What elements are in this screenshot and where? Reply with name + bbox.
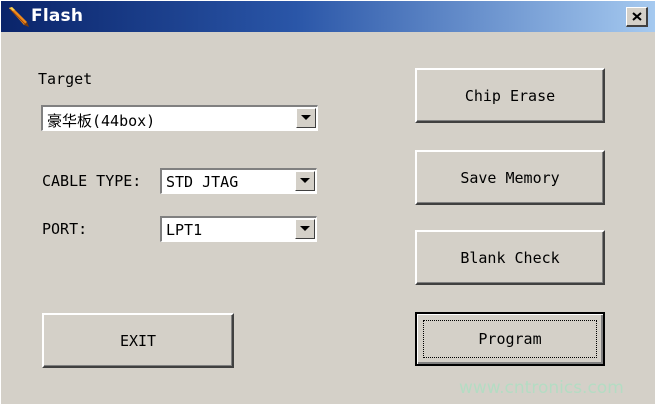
flash-app-icon (7, 6, 31, 28)
title-bar[interactable]: Flash (1, 1, 655, 32)
blank-check-button-label: Blank Check (460, 248, 560, 267)
program-button-label: Program (478, 330, 542, 348)
cable-type-label: CABLE TYPE: (42, 172, 142, 190)
save-memory-button-label: Save Memory (460, 168, 560, 187)
chip-erase-button-label: Chip Erase (464, 86, 556, 105)
port-select[interactable]: LPT1 (160, 216, 317, 242)
window-title: Flash (31, 6, 84, 26)
program-button[interactable]: Program (415, 312, 605, 366)
target-dropdown-button[interactable] (296, 108, 316, 128)
watermark: www.cntronics.com (459, 378, 624, 398)
chip-erase-button[interactable]: Chip Erase (415, 68, 605, 123)
save-memory-button[interactable]: Save Memory (415, 150, 605, 205)
port-label: PORT: (42, 220, 88, 238)
target-select[interactable]: 豪华板(44box) (41, 105, 318, 131)
target-select-value: 豪华板(44box) (47, 112, 156, 130)
cable-type-dropdown-button[interactable] (295, 171, 315, 191)
flash-dialog: Flash Target 豪华板(44box) CABLE TYPE: STD … (0, 0, 655, 404)
blank-check-button[interactable]: Blank Check (415, 230, 605, 285)
cable-type-select[interactable]: STD JTAG (160, 168, 317, 194)
port-dropdown-button[interactable] (295, 219, 315, 239)
close-button[interactable] (626, 7, 648, 27)
target-label: Target (38, 70, 93, 88)
cable-type-select-value: STD JTAG (166, 173, 239, 191)
exit-button[interactable]: EXIT (42, 313, 234, 368)
port-select-value: LPT1 (166, 221, 203, 239)
exit-button-label: EXIT (119, 331, 157, 350)
